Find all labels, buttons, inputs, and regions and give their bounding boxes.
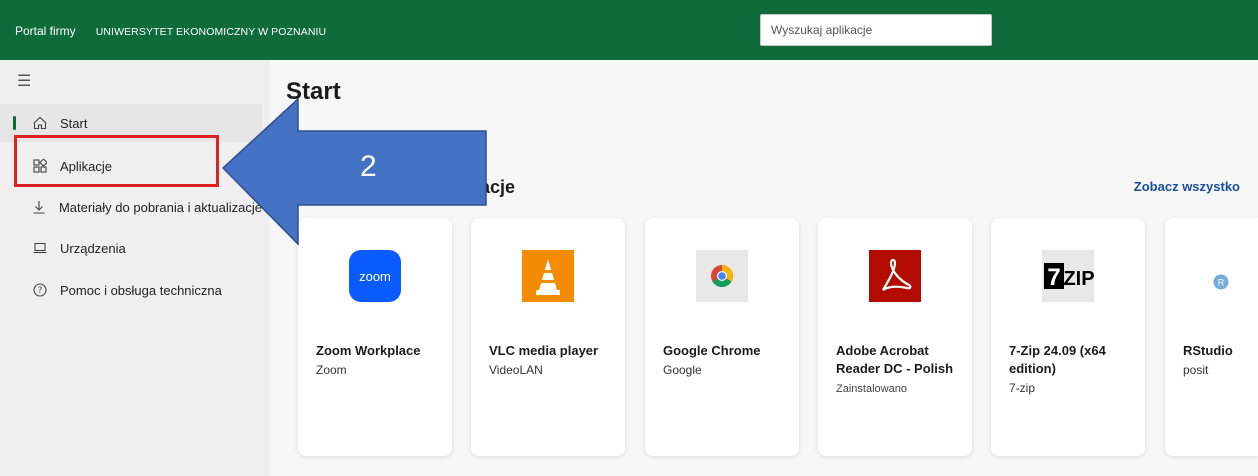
portal-label: Portal firmy (15, 24, 76, 38)
sidebar-item-label: Start (60, 115, 88, 131)
app-card-text: Zoom Workplace Zoom (316, 342, 444, 378)
download-icon (32, 199, 47, 215)
sidebar-item-label: Urządzenia (60, 240, 126, 256)
app-name: Zoom Workplace (316, 343, 421, 358)
app-name: Google Chrome (663, 343, 761, 358)
svg-text:7: 7 (1047, 264, 1060, 291)
7zip-icon: 7 ZIP (1042, 250, 1094, 302)
brand[interactable]: Portal firmy UNIWERSYTET EKONOMICZNY W PO… (15, 24, 326, 38)
app-card-vlc[interactable]: VLC media player VideoLAN (471, 218, 625, 456)
svg-text:zoom: zoom (359, 269, 391, 284)
app-name: 7-Zip 24.09 (x64 edition) (1009, 343, 1106, 376)
acrobat-icon (869, 250, 921, 302)
zoom-icon: zoom (349, 250, 401, 302)
app-publisher: Google (663, 363, 702, 377)
org-name: UNIWERSYTET EKONOMICZNY W POZNANIU (95, 26, 327, 38)
app-card-text: 7-Zip 24.09 (x64 edition) 7-zip (1009, 342, 1137, 396)
app-card-7zip[interactable]: 7 ZIP 7-Zip 24.09 (x64 edition) 7-zip (991, 218, 1145, 456)
app-card-text: Adobe Acrobat Reader DC - Polish Zainsta… (836, 342, 964, 398)
sidebar-item-label: Pomoc i obsługa techniczna (60, 282, 222, 298)
app-name: RStudio (1183, 343, 1233, 358)
app-card-chrome[interactable]: Google Chrome Google (645, 218, 799, 456)
search-box[interactable] (760, 14, 992, 46)
highlight-box (14, 135, 219, 187)
vlc-icon (522, 250, 574, 302)
svg-text:ZIP: ZIP (1063, 268, 1094, 290)
app-publisher: VideoLAN (489, 363, 543, 377)
hamburger-menu-icon[interactable]: ☰ (17, 74, 31, 90)
rstudio-icon: R (1213, 274, 1229, 295)
see-all-link[interactable]: Zobacz wszystko (1134, 179, 1240, 194)
help-circle-icon: ? (32, 282, 48, 298)
app-name: VLC media player (489, 343, 599, 358)
app-publisher: posit (1183, 363, 1209, 377)
top-bar: Portal firmy UNIWERSYTET EKONOMICZNY W PO… (0, 0, 1258, 60)
laptop-icon (32, 240, 48, 256)
home-icon (32, 115, 48, 131)
chrome-icon (696, 250, 748, 302)
app-publisher: Zoom (316, 363, 347, 377)
svg-text:?: ? (38, 286, 43, 296)
step-number: 2 (360, 150, 377, 183)
app-publisher: 7-zip (1009, 381, 1036, 395)
svg-text:R: R (1218, 278, 1225, 288)
pointer-arrow-icon (222, 98, 487, 246)
app-card-zoom[interactable]: zoom Zoom Workplace Zoom (298, 218, 452, 456)
sidebar-item-help[interactable]: ? Pomoc i obsługa techniczna (0, 271, 262, 309)
app-status: Zainstalowano (836, 383, 907, 395)
app-card-text: Google Chrome Google (663, 342, 791, 378)
search-input[interactable] (761, 15, 991, 45)
app-card-acrobat[interactable]: Adobe Acrobat Reader DC - Polish Zainsta… (818, 218, 972, 456)
app-card-rstudio[interactable]: R RStudio posit (1165, 218, 1258, 456)
app-name: Adobe Acrobat Reader DC - Polish (836, 343, 954, 376)
app-card-text: VLC media player VideoLAN (489, 342, 617, 378)
app-card-text: RStudio posit (1183, 342, 1258, 378)
